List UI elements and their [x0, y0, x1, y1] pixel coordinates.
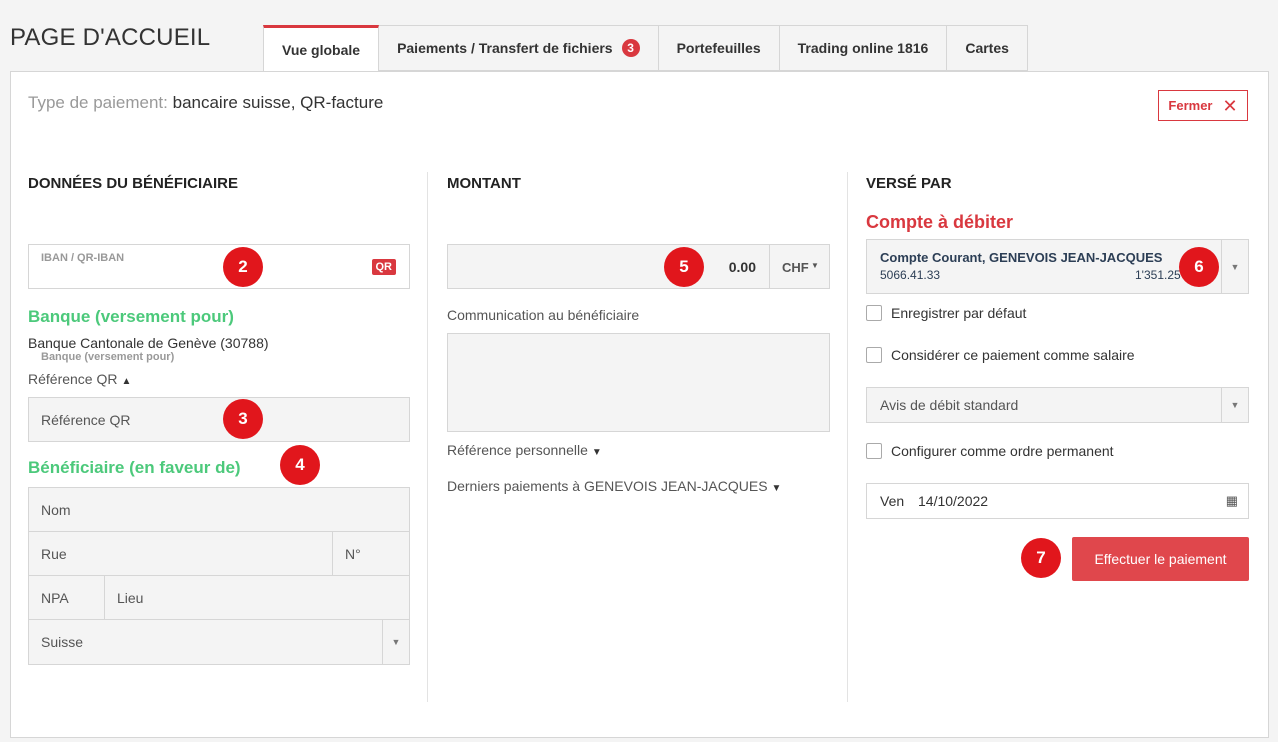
- column-divider: [427, 172, 428, 702]
- salary-label: Considérer ce paiement comme salaire: [891, 347, 1135, 363]
- main-tabs: Vue globale Paiements / Transfert de fic…: [263, 25, 1028, 72]
- tab-label: Paiements / Transfert de fichiers: [397, 40, 613, 56]
- date-weekday: Ven: [880, 493, 905, 509]
- payment-panel: Type de paiement: bancaire suisse, QR-fa…: [10, 71, 1269, 738]
- tab-label: Cartes: [965, 40, 1009, 56]
- debit-advice-value: Avis de débit standard: [880, 397, 1019, 413]
- chevron-down-icon: ▼: [771, 483, 782, 494]
- qr-reference-toggle-label: Référence QR: [28, 371, 118, 387]
- checkbox-icon[interactable]: [866, 443, 882, 459]
- qr-icon[interactable]: QR: [371, 259, 396, 275]
- currency-value: CHF: [782, 260, 809, 275]
- submit-payment-label: Effectuer le paiement: [1094, 551, 1227, 567]
- beneficiary-heading: Bénéficiaire (en faveur de): [28, 458, 241, 477]
- column-divider: [847, 172, 848, 702]
- close-icon: ✕: [1222, 95, 1238, 116]
- qr-reference-placeholder: Référence QR: [41, 412, 131, 428]
- tab-trading[interactable]: Trading online 1816: [779, 25, 948, 71]
- street-field[interactable]: Rue: [28, 531, 333, 576]
- standing-order-label: Configurer comme ordre permanent: [891, 443, 1114, 459]
- name-field[interactable]: Nom: [28, 487, 410, 532]
- debit-account-heading: Compte à débiter: [866, 212, 1014, 232]
- execution-date-field[interactable]: Ven 14/10/2022 ▦: [866, 483, 1249, 519]
- amount-value: 0.00: [728, 259, 756, 275]
- payment-type-label: Type de paiement:: [28, 93, 168, 112]
- paid-by-section-title: VERSÉ PAR: [866, 175, 952, 192]
- bank-name: Banque Cantonale de Genève (30788): [28, 335, 269, 351]
- name-placeholder: Nom: [41, 501, 71, 518]
- country-select[interactable]: Suisse ▼: [28, 619, 410, 665]
- chevron-down-icon: ▼: [382, 620, 409, 664]
- tab-overview[interactable]: Vue globale: [263, 25, 380, 72]
- house-number-field[interactable]: N°: [332, 531, 410, 576]
- zip-placeholder: NPA: [41, 589, 69, 606]
- salary-checkbox[interactable]: Considérer ce paiement comme salaire: [866, 347, 1135, 363]
- house-number-placeholder: N°: [345, 545, 361, 562]
- debit-advice-select[interactable]: Avis de débit standard ▼: [866, 387, 1249, 423]
- tab-label: Trading online 1816: [797, 40, 929, 56]
- qr-reference-toggle[interactable]: Référence QR ▲: [28, 371, 131, 387]
- save-default-checkbox[interactable]: Enregistrer par défaut: [866, 305, 1026, 321]
- communication-textarea[interactable]: [447, 333, 830, 432]
- street-placeholder: Rue: [41, 545, 67, 562]
- bank-sublabel: Banque (versement pour): [41, 351, 175, 363]
- caret-down-icon: ▼: [811, 261, 819, 270]
- submit-payment-button[interactable]: Effectuer le paiement: [1072, 537, 1249, 581]
- step-marker-7: 7: [1021, 538, 1061, 578]
- currency-select[interactable]: CHF ▼: [769, 244, 830, 289]
- zip-field[interactable]: NPA: [28, 575, 105, 620]
- payment-type: Type de paiement: bancaire suisse, QR-fa…: [28, 93, 383, 113]
- country-value: Suisse: [41, 634, 84, 650]
- personal-reference-toggle[interactable]: Référence personnelle ▼: [447, 442, 602, 458]
- step-marker-4: 4: [280, 445, 320, 485]
- bank-heading: Banque (versement pour): [28, 307, 234, 326]
- checkbox-icon[interactable]: [866, 347, 882, 363]
- tab-payments[interactable]: Paiements / Transfert de fichiers 3: [379, 25, 659, 71]
- iban-label: IBAN / QR-IBAN: [41, 252, 125, 264]
- calendar-icon[interactable]: ▦: [1226, 493, 1238, 509]
- last-payments-label: Derniers paiements à GENEVOIS JEAN-JACQU…: [447, 478, 768, 494]
- step-marker-2: 2: [223, 247, 263, 287]
- checkbox-icon[interactable]: [866, 305, 882, 321]
- communication-label: Communication au bénéficiaire: [447, 307, 640, 323]
- close-label: Fermer: [1168, 98, 1213, 113]
- iban-field[interactable]: IBAN / QR-IBAN QR: [28, 244, 410, 289]
- account-name: Compte Courant, GENEVOIS JEAN-JACQUES: [880, 250, 1163, 265]
- step-marker-3: 3: [223, 399, 263, 439]
- chevron-up-icon: ▲: [121, 376, 132, 387]
- step-marker-6: 6: [1179, 247, 1219, 287]
- tab-label: Vue globale: [282, 41, 361, 58]
- page-title: PAGE D'ACCUEIL: [10, 24, 211, 51]
- beneficiary-section-title: DONNÉES DU BÉNÉFICIAIRE: [28, 175, 239, 192]
- date-value: 14/10/2022: [918, 493, 989, 509]
- tab-label: Portefeuilles: [676, 40, 761, 56]
- qr-reference-input[interactable]: Référence QR: [28, 397, 410, 442]
- notification-badge: 3: [621, 39, 640, 57]
- close-button[interactable]: Fermer ✕: [1158, 90, 1248, 121]
- city-placeholder: Lieu: [117, 589, 144, 606]
- save-default-label: Enregistrer par défaut: [891, 305, 1027, 321]
- tab-portfolios[interactable]: Portefeuilles: [658, 25, 780, 71]
- chevron-down-icon: ▼: [1221, 388, 1248, 422]
- account-number: 5066.41.33: [880, 268, 941, 282]
- amount-section-title: MONTANT: [447, 175, 521, 192]
- step-marker-5: 5: [664, 247, 704, 287]
- chevron-down-icon: ▼: [591, 447, 602, 458]
- amount-input[interactable]: 0.00: [447, 244, 770, 289]
- payment-type-value: bancaire suisse, QR-facture: [172, 93, 384, 112]
- city-field[interactable]: Lieu: [104, 575, 410, 620]
- chevron-down-icon: ▼: [1221, 240, 1248, 293]
- personal-reference-label: Référence personnelle: [447, 442, 588, 458]
- tab-cards[interactable]: Cartes: [947, 25, 1028, 71]
- standing-order-checkbox[interactable]: Configurer comme ordre permanent: [866, 443, 1114, 459]
- last-payments-toggle[interactable]: Derniers paiements à GENEVOIS JEAN-JACQU…: [447, 478, 781, 494]
- account-balance: 1'351.25: [1135, 268, 1181, 282]
